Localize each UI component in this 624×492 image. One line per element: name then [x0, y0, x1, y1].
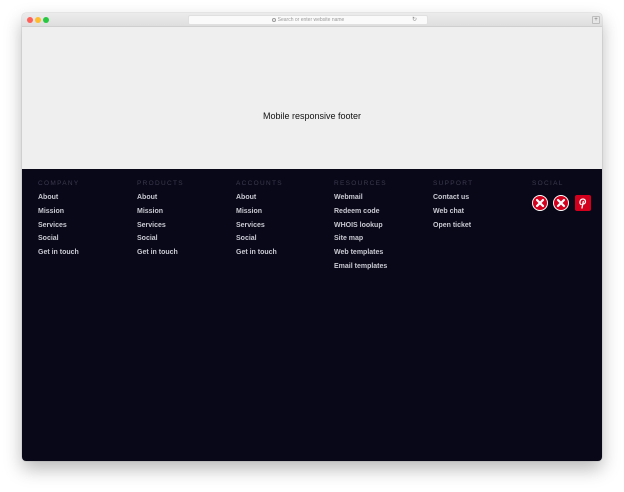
- address-bar[interactable]: Search or enter website name ↻: [188, 15, 428, 25]
- footer-column-title: RESOURCES: [334, 180, 387, 187]
- footer-link-contact-us[interactable]: Contact us: [433, 194, 473, 202]
- maximize-window-icon[interactable]: [43, 17, 49, 23]
- site-footer: COMPANY About Mission Services Social Ge…: [22, 169, 602, 461]
- minimize-window-icon[interactable]: [35, 17, 41, 23]
- footer-column-title: SOCIAL: [532, 180, 564, 187]
- footer-link-get-in-touch[interactable]: Get in touch: [236, 249, 283, 257]
- footer-link-services[interactable]: Services: [38, 222, 79, 230]
- pinterest-icon[interactable]: [575, 195, 591, 211]
- footer-link-whois-lookup[interactable]: WHOIS lookup: [334, 222, 387, 230]
- footer-link-site-map[interactable]: Site map: [334, 235, 387, 243]
- footer-link-mission[interactable]: Mission: [137, 208, 184, 216]
- new-tab-button[interactable]: +: [592, 16, 600, 24]
- footer-column-support: SUPPORT Contact us Web chat Open ticket: [433, 180, 473, 235]
- footer-link-mission[interactable]: Mission: [38, 208, 79, 216]
- footer-column-title: SUPPORT: [433, 180, 474, 187]
- browser-window: Search or enter website name ↻ + Mobile …: [22, 13, 602, 461]
- address-placeholder-text: Search or enter website name: [277, 17, 345, 23]
- x-mark-icon: [535, 198, 545, 208]
- footer-column-resources: RESOURCES Webmail Redeem code WHOIS look…: [334, 180, 387, 277]
- footer-link-social[interactable]: Social: [137, 235, 184, 243]
- address-bar-placeholder: Search or enter website name: [189, 16, 427, 25]
- footer-link-services[interactable]: Services: [236, 222, 283, 230]
- footer-column-social: SOCIAL: [532, 180, 602, 211]
- close-window-icon[interactable]: [27, 17, 33, 23]
- footer-link-about[interactable]: About: [236, 194, 283, 202]
- footer-link-web-chat[interactable]: Web chat: [433, 208, 473, 216]
- footer-column-title: COMPANY: [38, 180, 80, 187]
- footer-link-services[interactable]: Services: [137, 222, 184, 230]
- hero-title: Mobile responsive footer: [262, 111, 362, 121]
- footer-link-web-templates[interactable]: Web templates: [334, 249, 387, 257]
- footer-link-social[interactable]: Social: [38, 235, 79, 243]
- footer-column-accounts: ACCOUNTS About Mission Services Social G…: [236, 180, 283, 263]
- search-icon: [271, 18, 276, 22]
- x-mark-icon: [556, 198, 566, 208]
- footer-link-open-ticket[interactable]: Open ticket: [433, 222, 473, 230]
- footer-column-title: PRODUCTS: [137, 180, 184, 187]
- footer-column-title: ACCOUNTS: [236, 180, 283, 187]
- social-icons: [532, 195, 602, 213]
- footer-link-about[interactable]: About: [38, 194, 79, 202]
- pinterest-glyph-icon: [579, 198, 587, 209]
- broken-image-icon[interactable]: [532, 195, 548, 211]
- footer-link-social[interactable]: Social: [236, 235, 283, 243]
- hero-section: Mobile responsive footer: [22, 28, 602, 169]
- footer-column-products: PRODUCTS About Mission Services Social G…: [137, 180, 184, 263]
- broken-image-icon[interactable]: [553, 195, 569, 211]
- footer-link-webmail[interactable]: Webmail: [334, 194, 387, 202]
- footer-link-get-in-touch[interactable]: Get in touch: [38, 249, 79, 257]
- footer-link-email-templates[interactable]: Email templates: [334, 263, 387, 271]
- footer-link-get-in-touch[interactable]: Get in touch: [137, 249, 184, 257]
- footer-link-mission[interactable]: Mission: [236, 208, 283, 216]
- reload-icon[interactable]: ↻: [412, 16, 417, 25]
- footer-link-about[interactable]: About: [137, 194, 184, 202]
- footer-column-company: COMPANY About Mission Services Social Ge…: [38, 180, 79, 263]
- browser-titlebar: Search or enter website name ↻ +: [22, 13, 602, 27]
- footer-link-redeem-code[interactable]: Redeem code: [334, 208, 387, 216]
